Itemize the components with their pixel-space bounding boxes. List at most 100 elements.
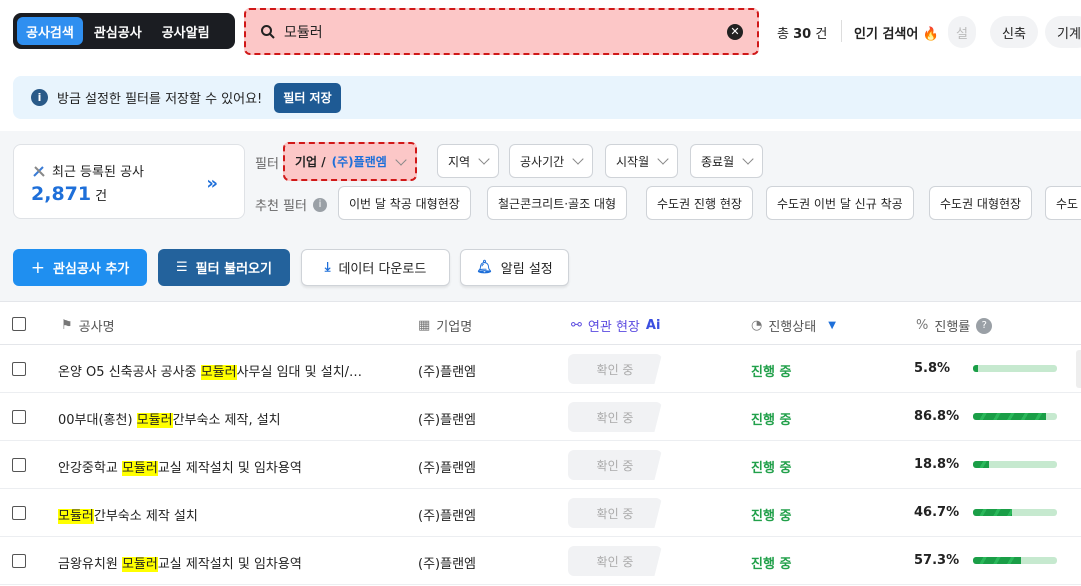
download-data-button[interactable]: ⤓ 데이터 다운로드 [301, 249, 450, 286]
total-prefix: 총 [777, 27, 794, 42]
recommend-filter-chip[interactable]: 수도 [1045, 186, 1081, 220]
result-total: 총 30 건 [777, 23, 827, 42]
popular-chip[interactable]: 설 [948, 16, 976, 48]
chevron-down-icon [395, 153, 407, 166]
add-interest-button[interactable]: + 관심공사 추가 [13, 249, 147, 286]
table-row[interactable]: 모듈러간부숙소 제작 설치 (주)플랜엠 확인 중 진행 중 46.7% [0, 489, 1081, 537]
recommend-filter-chip[interactable]: 수도권 진행 현장 [646, 186, 753, 220]
info-icon[interactable]: i [312, 197, 327, 212]
chevron-down-icon [742, 153, 754, 165]
horizontal-scroll-handle[interactable] [1076, 350, 1081, 388]
table-row[interactable]: 온양 O5 신축공사 공사중 모듈러사무실 임대 및 설치/… (주)플랜엠 확… [0, 345, 1081, 393]
save-filter-button[interactable]: 필터 저장 [274, 82, 341, 113]
name-part: 00부대(홍천) [58, 413, 137, 428]
progress-bar [973, 365, 1057, 372]
top-bar: 공사검색 관심공사 공사알림 ✕ 총 30 건 인기 검색어 🔥 설 신축 기계 [0, 0, 1081, 64]
progress-bar [973, 557, 1057, 564]
keyword-highlight: 모듈러 [136, 413, 173, 428]
company-name: (주)플랜엠 [418, 509, 476, 524]
company-filter-prefix: 기업 / [295, 155, 326, 169]
row-checkbox[interactable] [12, 410, 26, 424]
alert-setting-button[interactable]: 🔔︎ 알림 설정 [460, 249, 569, 286]
table-row[interactable]: 00부대(홍천) 모듈러간부숙소 제작, 설치 (주)플랜엠 확인 중 진행 중… [0, 393, 1081, 441]
construction-name[interactable]: 금왕유치원 모듈러교실 제작설치 및 임차용역 [58, 553, 302, 572]
header-status[interactable]: ◔ 진행상태 ▼ [751, 316, 836, 335]
popular-chip[interactable]: 기계 [1045, 16, 1081, 48]
progress-status: 진행 중 [751, 557, 792, 572]
construction-name[interactable]: 안강중학교 모듈러교실 제작설치 및 임차용역 [58, 457, 302, 476]
table-header: ⚑ 공사명 ▦ 기업명 ⚯ 연관 현장 Ai ◔ 진행상태 ▼ % 진행률? [0, 301, 1081, 345]
progress-status: 진행 중 [751, 365, 792, 380]
popular-chip[interactable]: 신축 [990, 16, 1038, 48]
chevron-down-icon [572, 153, 584, 165]
bell-icon: 🔔︎ [476, 260, 493, 275]
related-site-status: 확인 중 [568, 450, 662, 480]
name-part: 간부숙소 제작, 설치 [172, 413, 281, 428]
name-part: 온양 O5 신축공사 공사중 [58, 365, 201, 380]
row-checkbox[interactable] [12, 362, 26, 376]
company-filter-value: (주)플랜엠 [331, 155, 387, 169]
recommend-filter-label: 추천 필터 i [255, 195, 327, 214]
construction-name[interactable]: 모듈러간부숙소 제작 설치 [58, 505, 198, 524]
keyword-highlight: 모듈러 [121, 461, 158, 476]
header-progress[interactable]: % 진행률? [916, 316, 993, 335]
related-site-status: 확인 중 [568, 546, 662, 576]
name-part: 간부숙소 제작 설치 [93, 509, 198, 524]
row-checkbox[interactable] [12, 554, 26, 568]
load-filter-button[interactable]: ☰ 필터 불러오기 [158, 249, 290, 286]
header-name[interactable]: ⚑ 공사명 [61, 316, 115, 335]
recent-construction-card[interactable]: 최근 등록된 공사 2,871 건 » [13, 144, 245, 219]
header-name-label: 공사명 [78, 320, 115, 335]
table-row[interactable]: 금왕유치원 모듈러교실 제작설치 및 임차용역 (주)플랜엠 확인 중 진행 중… [0, 537, 1081, 585]
clear-search-icon[interactable]: ✕ [727, 23, 743, 40]
recommend-filter-chip[interactable]: 수도권 대형현장 [929, 186, 1033, 220]
construction-name[interactable]: 온양 O5 신축공사 공사중 모듈러사무실 임대 및 설치/… [58, 361, 362, 380]
search-icon [261, 24, 275, 39]
total-suffix: 건 [811, 27, 828, 42]
progress-bar [973, 413, 1057, 420]
banner-text: 방금 설정한 필터를 저장할 수 있어요! [57, 92, 263, 107]
filter-end-label: 종료월 [701, 154, 735, 169]
recommend-filter-chip[interactable]: 이번 달 착공 대형현장 [338, 186, 471, 220]
header-progress-label: 진행률 [934, 320, 971, 335]
sort-down-icon[interactable]: ▼ [828, 320, 836, 331]
tools-icon [33, 165, 45, 177]
table-row[interactable]: 안강중학교 모듈러교실 제작설치 및 임차용역 (주)플랜엠 확인 중 진행 중… [0, 441, 1081, 489]
construction-name[interactable]: 00부대(홍천) 모듈러간부숙소 제작, 설치 [58, 409, 281, 428]
total-count: 30 [793, 27, 812, 42]
row-checkbox[interactable] [12, 458, 26, 472]
recommend-filter-chip[interactable]: 수도권 이번 달 신규 착공 [766, 186, 914, 220]
double-chevron-right-icon[interactable]: » [206, 173, 218, 194]
tab-construction-alert[interactable]: 공사알림 [153, 17, 219, 45]
filter-region[interactable]: 지역 [437, 144, 500, 178]
recommend-label-text: 추천 필터 [255, 199, 307, 214]
add-interest-label: 관심공사 추가 [52, 262, 130, 277]
header-related-site[interactable]: ⚯ 연관 현장 Ai [571, 316, 660, 335]
recommend-filter-chip[interactable]: 철근콘크리트·골조 대형 [487, 186, 628, 220]
header-company[interactable]: ▦ 기업명 [418, 316, 472, 335]
company-name: (주)플랜엠 [418, 413, 476, 428]
nav-segmented-control: 공사검색 관심공사 공사알림 [13, 13, 235, 49]
name-part: 안강중학교 [58, 461, 122, 476]
row-checkbox[interactable] [12, 506, 26, 520]
filter-company[interactable]: 기업 / (주)플랜엠 [283, 142, 417, 181]
progress-status: 진행 중 [751, 413, 792, 428]
progress-percent: 18.8% [914, 457, 960, 472]
recent-count-unit: 건 [95, 189, 108, 204]
progress-percent: 86.8% [914, 409, 960, 424]
progress-bar [973, 509, 1057, 516]
header-status-label: 진행상태 [768, 320, 817, 335]
search-input[interactable] [284, 23, 727, 40]
filter-period[interactable]: 공사기간 [509, 144, 594, 178]
name-part: 사무실 임대 및 설치/… [236, 365, 363, 380]
progress-fill [973, 509, 1013, 516]
plus-icon: + [30, 257, 45, 278]
help-icon[interactable]: ? [976, 317, 993, 334]
tab-construction-search[interactable]: 공사검색 [17, 17, 83, 45]
search-box: ✕ [244, 8, 759, 55]
filter-end-month[interactable]: 종료월 [690, 144, 764, 178]
percent-icon: % [916, 318, 929, 333]
tab-interest-construction[interactable]: 관심공사 [85, 17, 151, 45]
filter-start-month[interactable]: 시작월 [605, 144, 679, 178]
select-all-checkbox[interactable] [12, 317, 26, 331]
